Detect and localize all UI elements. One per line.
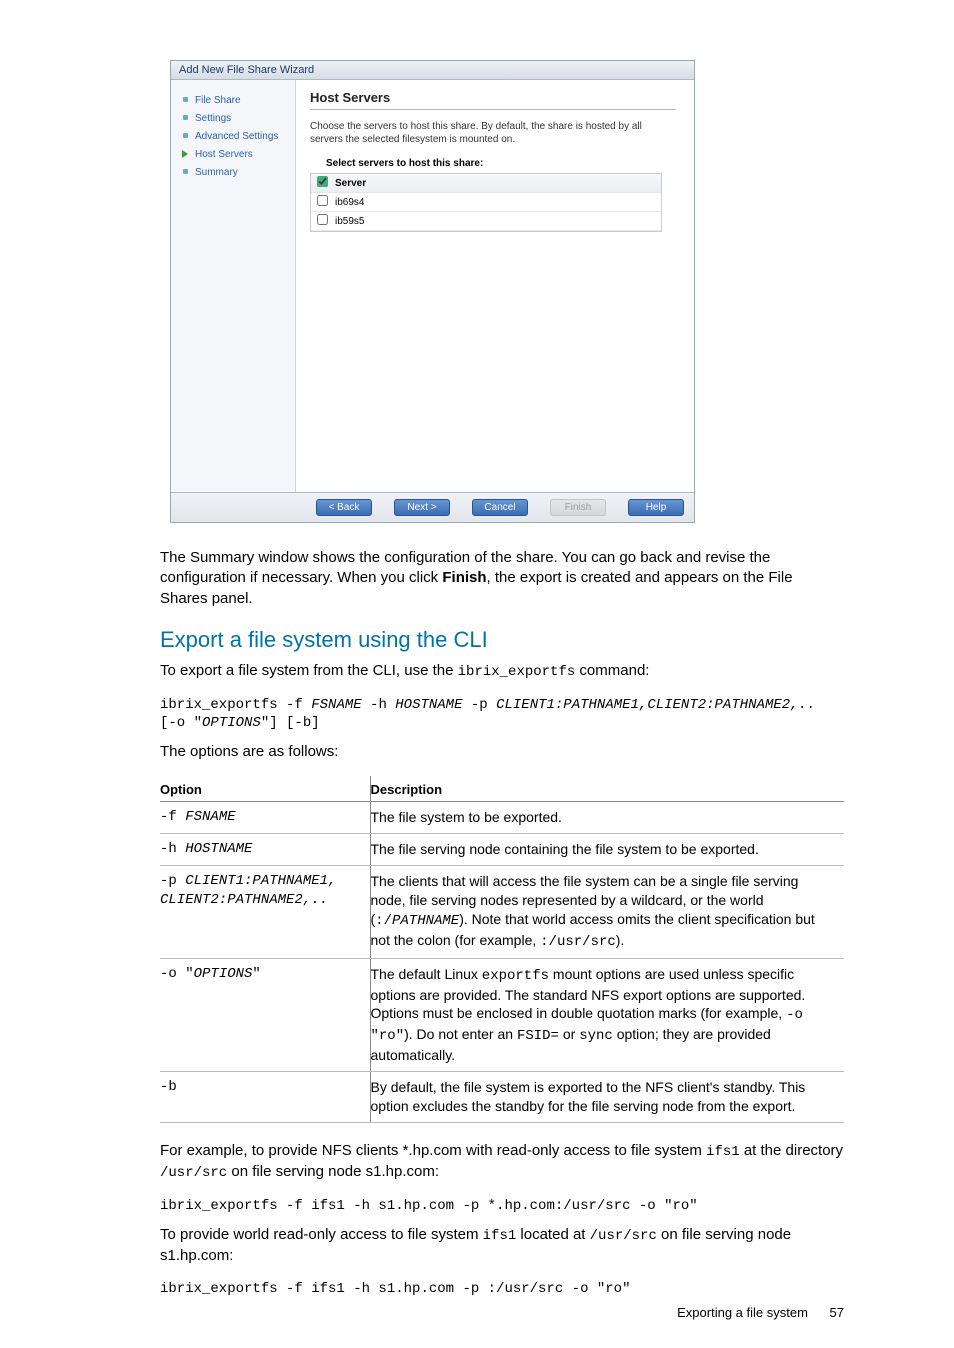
footer-section: Exporting a file system	[677, 1305, 808, 1320]
option-col-header: Option	[160, 776, 370, 802]
cli-intro-paragraph: To export a file system from the CLI, us…	[160, 661, 844, 682]
wizard-step-item[interactable]: Advanced Settings	[181, 128, 289, 146]
wizard-step-item[interactable]: Host Servers	[181, 146, 289, 164]
next-button[interactable]: Next >	[394, 499, 450, 516]
wizard-description: Choose the servers to host this share. B…	[310, 120, 676, 146]
server-row: ib59s5	[311, 212, 661, 231]
server-row: ib69s4	[311, 193, 661, 212]
page-number: 57	[830, 1305, 844, 1320]
wizard-step-list: File ShareSettingsAdvanced SettingsHost …	[171, 80, 296, 492]
example1-paragraph: For example, to provide NFS clients *.hp…	[160, 1141, 844, 1183]
option-row: -f FSNAMEThe file system to be exported.	[160, 802, 844, 834]
wizard-step-item[interactable]: Summary	[181, 164, 289, 182]
help-button[interactable]: Help	[628, 499, 684, 516]
options-intro: The options are as follows:	[160, 742, 844, 762]
example1-code: ibrix_exportfs -f ifs1 -h s1.hp.com -p *…	[160, 1197, 844, 1215]
option-cell: -p CLIENT1:PATHNAME1, CLIENT2:PATHNAME2,…	[160, 866, 370, 959]
wizard-titlebar: Add New File Share Wizard	[171, 61, 694, 80]
description-cell: The file system to be exported.	[370, 802, 844, 834]
wizard-footer: < Back Next > Cancel Finish Help	[171, 492, 694, 522]
finish-button: Finish	[550, 499, 606, 516]
document-page: Add New File Share Wizard File ShareSett…	[0, 0, 954, 1348]
summary-paragraph: The Summary window shows the configurati…	[160, 548, 844, 609]
option-row: -bBy default, the file system is exporte…	[160, 1072, 844, 1123]
option-row: -h HOSTNAMEThe file serving node contain…	[160, 834, 844, 866]
wizard-main-panel: Host Servers Choose the servers to host …	[296, 80, 694, 492]
wizard-step-item[interactable]: Settings	[181, 110, 289, 128]
options-table: Option Description -f FSNAMEThe file sys…	[160, 776, 844, 1123]
option-cell: -b	[160, 1072, 370, 1123]
page-footer: Exporting a file system 57	[677, 1305, 844, 1320]
cli-syntax-block: ibrix_exportfs -f FSNAME -h HOSTNAME -p …	[160, 696, 844, 732]
description-cell: The default Linux exportfs mount options…	[370, 958, 844, 1071]
cancel-button[interactable]: Cancel	[472, 499, 528, 516]
option-cell: -f FSNAME	[160, 802, 370, 834]
option-row: -o "OPTIONS"The default Linux exportfs m…	[160, 958, 844, 1071]
wizard-window: Add New File Share Wizard File ShareSett…	[170, 60, 695, 523]
wizard-heading: Host Servers	[310, 90, 676, 105]
description-col-header: Description	[370, 776, 844, 802]
server-checkbox[interactable]	[317, 214, 328, 225]
cli-section-heading: Export a file system using the CLI	[160, 627, 844, 653]
description-cell: The clients that will access the file sy…	[370, 866, 844, 959]
description-cell: By default, the file system is exported …	[370, 1072, 844, 1123]
server-table-header: Server	[311, 174, 661, 193]
server-column-header: Server	[335, 178, 366, 189]
select-all-checkbox[interactable]	[317, 176, 328, 187]
server-checkbox[interactable]	[317, 195, 328, 206]
description-cell: The file serving node containing the fil…	[370, 834, 844, 866]
option-row: -p CLIENT1:PATHNAME1, CLIENT2:PATHNAME2,…	[160, 866, 844, 959]
wizard-table-label: Select servers to host this share:	[310, 158, 676, 169]
example2-paragraph: To provide world read-only access to fil…	[160, 1225, 844, 1266]
wizard-step-item[interactable]: File Share	[181, 92, 289, 110]
option-cell: -h HOSTNAME	[160, 834, 370, 866]
example2-code: ibrix_exportfs -f ifs1 -h s1.hp.com -p :…	[160, 1280, 844, 1298]
server-name: ib59s5	[335, 216, 364, 227]
back-button[interactable]: < Back	[316, 499, 372, 516]
server-table: Server ib69s4 ib59s5	[310, 173, 662, 232]
option-cell: -o "OPTIONS"	[160, 958, 370, 1071]
server-name: ib69s4	[335, 197, 364, 208]
